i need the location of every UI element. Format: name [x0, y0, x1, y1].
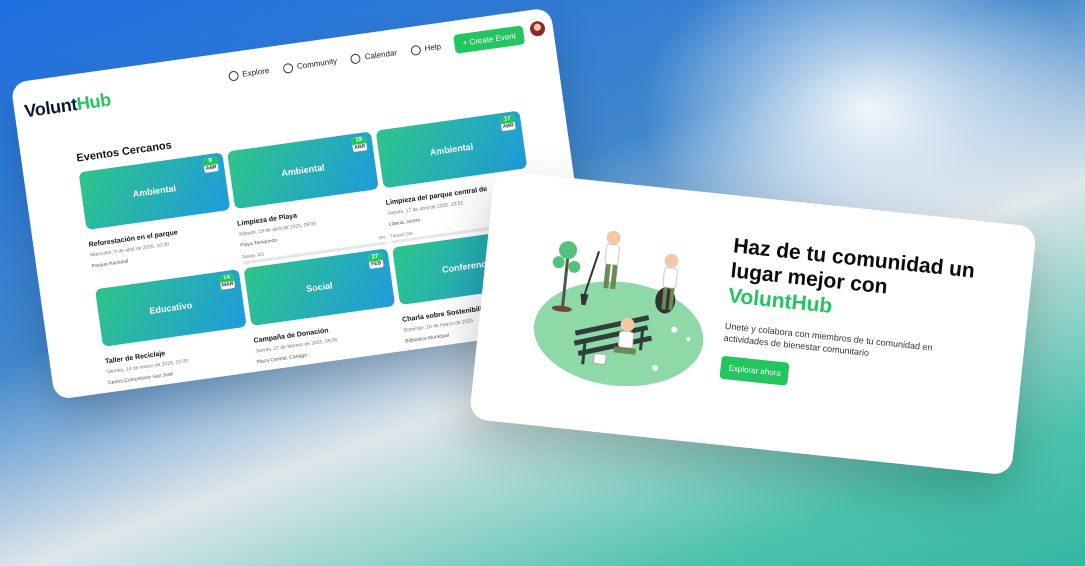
nav-community[interactable]: Community — [282, 56, 338, 74]
hero-title: Haz de tu comunidad un lugar mejor con V… — [727, 233, 1003, 336]
compass-icon — [227, 69, 240, 82]
help-icon — [410, 44, 422, 56]
calendar-icon — [350, 52, 362, 64]
event-banner: Ambiental 9 ABR — [78, 152, 231, 230]
nav-explore[interactable]: Explore — [227, 66, 270, 82]
top-nav: VoluntHub Explore Community Calendar Hel… — [10, 7, 556, 130]
nav-calendar[interactable]: Calendar — [350, 48, 398, 64]
event-banner: Ambiental 19 ABR — [227, 131, 379, 210]
nav-links: Explore Community Calendar Help + Create… — [227, 25, 526, 85]
hero-text: Haz de tu comunidad un lugar mejor con V… — [719, 233, 1003, 406]
users-icon — [282, 62, 294, 74]
date-chip: 9 ABR — [202, 157, 219, 173]
create-event-button[interactable]: + Create Event — [453, 25, 526, 54]
nav-help[interactable]: Help — [410, 41, 442, 56]
logo[interactable]: VoluntHub — [23, 89, 112, 122]
event-card[interactable]: Ambiental 9 ABR Reforestación en el parqu… — [78, 152, 238, 281]
date-chip: 17 ABR — [499, 115, 516, 132]
event-card[interactable]: Educativo 14 MAR Taller de Reciclaje Vier… — [94, 269, 254, 398]
event-card[interactable]: Ambiental 19 ABR Limpieza de Playa Sábado… — [227, 131, 387, 265]
date-chip: 14 MAR — [219, 273, 236, 290]
event-banner: Educativo 14 MAR — [94, 269, 247, 347]
date-chip: 19 ABR — [351, 136, 368, 153]
date-chip: 27 FEB — [367, 253, 384, 269]
avatar[interactable] — [529, 20, 546, 38]
explore-now-button[interactable]: Explorar ahora — [719, 355, 790, 386]
event-card[interactable]: Social 27 FEB Campaña de Donación Jueves,… — [243, 248, 403, 377]
volunteers-illustration — [533, 230, 704, 387]
